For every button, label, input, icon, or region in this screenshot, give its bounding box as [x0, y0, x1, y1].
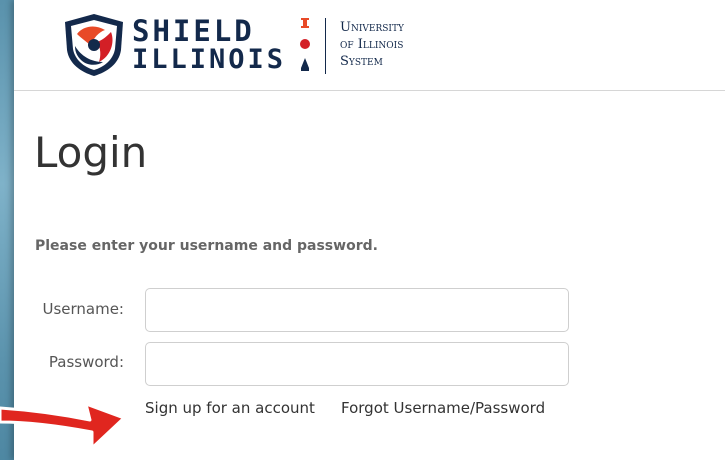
- username-input[interactable]: [145, 288, 569, 332]
- page-title: Login: [34, 128, 148, 177]
- university-line2: of Illinois: [340, 37, 404, 52]
- shield-wordmark-line1: SHIELD: [132, 14, 255, 48]
- shield-illinois-logo-icon: [65, 14, 123, 76]
- login-instructions: Please enter your username and password.: [35, 238, 378, 254]
- password-label: Password:: [48, 353, 124, 371]
- university-line1: University: [340, 20, 404, 35]
- forgot-credentials-link[interactable]: Forgot Username/Password: [341, 399, 545, 417]
- university-campus-icons: [300, 18, 310, 71]
- password-input[interactable]: [145, 342, 569, 386]
- header-divider: [325, 18, 326, 74]
- username-label: Username:: [42, 300, 124, 318]
- shield-wordmark-line2: ILLINOIS: [132, 44, 287, 75]
- signup-link[interactable]: Sign up for an account: [145, 399, 315, 417]
- site-header: SHIELD ILLINOIS University of Illinois S…: [14, 0, 725, 91]
- red-pointer-arrow-icon: [0, 402, 126, 450]
- university-line3: System: [340, 54, 383, 69]
